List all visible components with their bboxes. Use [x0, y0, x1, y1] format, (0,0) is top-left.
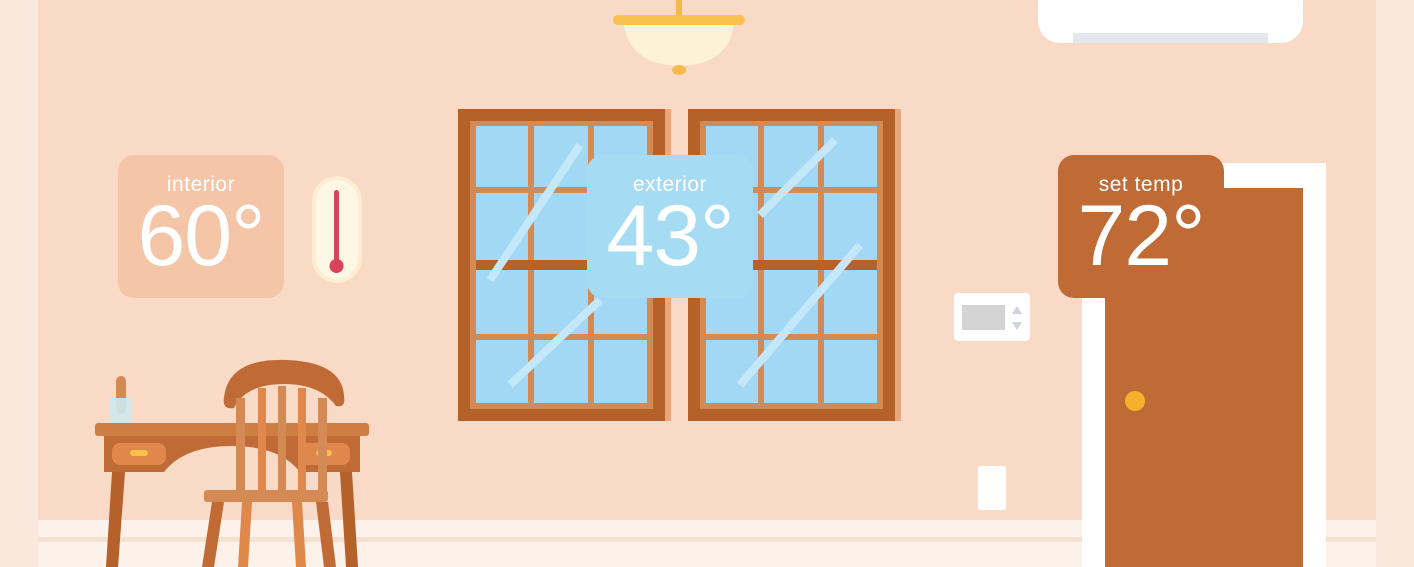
thermometer-icon	[312, 176, 362, 283]
air-conditioner-icon	[1038, 0, 1303, 43]
exterior-temperature-value: 43°	[606, 188, 734, 284]
light-switch-icon	[978, 466, 1006, 510]
interior-temperature-card: interior 60°	[118, 155, 284, 310]
thermostat-icon	[954, 293, 1030, 341]
exterior-temperature-card: exterior 43°	[587, 155, 753, 310]
interior-temperature-value: 60°	[137, 188, 265, 284]
door-knob	[1125, 391, 1145, 411]
set-temperature-value: 72°	[1077, 188, 1205, 284]
set-temperature-card: set temp 72°	[1058, 155, 1224, 310]
room-scene: interior 60° exterior 43° set temp 72°	[0, 0, 1414, 567]
